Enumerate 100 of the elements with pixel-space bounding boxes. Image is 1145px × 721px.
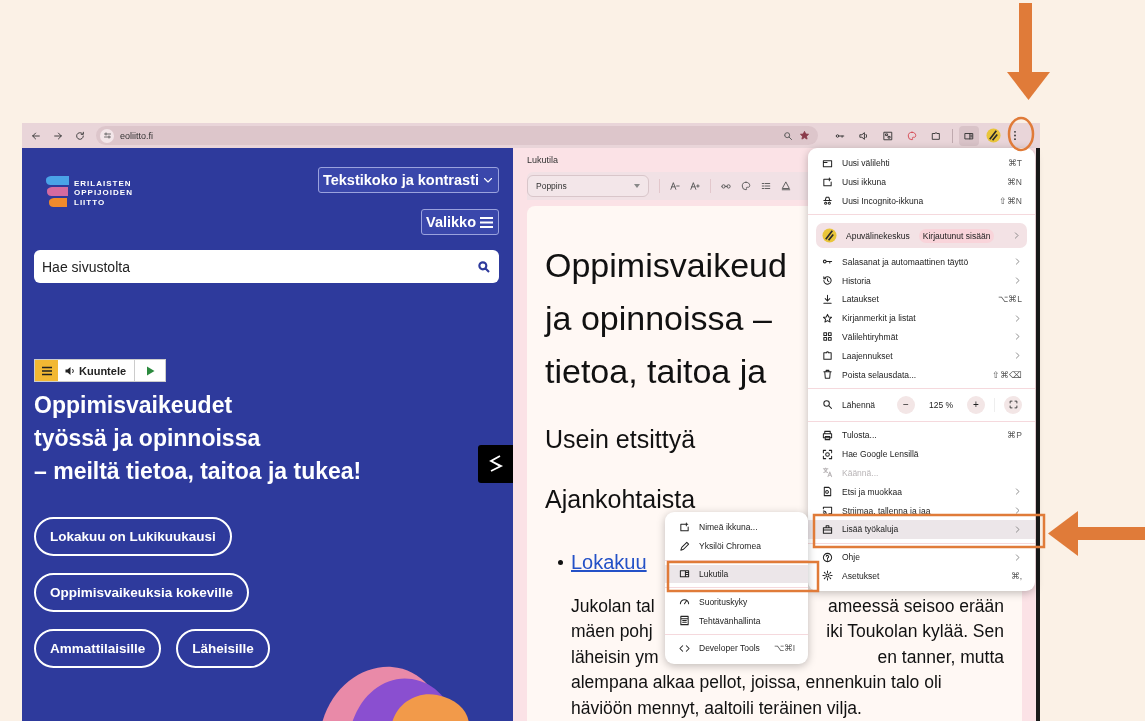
menu-item[interactable]: Välilehtiryhmät: [808, 327, 1035, 347]
avatar-icon: [985, 128, 1001, 143]
speaker-icon: [859, 130, 869, 141]
address-bar[interactable]: eoliitto.fi: [96, 126, 818, 145]
fullscreen-icon: [1008, 400, 1018, 410]
menu-item[interactable]: Uusi Incognito-ikkuna ⇧⌘N: [808, 191, 1035, 211]
link-button[interactable]: Ammattilaisille: [34, 629, 162, 668]
highlight-ring: [1007, 116, 1035, 152]
paragraph-text: alempana alkaa pellot, joissa, ennenkuin talo oli: [571, 671, 942, 694]
window-icon: [679, 521, 690, 533]
reading-mode-icon: [964, 130, 974, 141]
menu-item[interactable]: Laajennukset: [808, 346, 1035, 366]
speaker-icon: [64, 364, 76, 377]
menu-button[interactable]: Valikko: [421, 209, 499, 235]
zoom-value: 125 %: [927, 399, 955, 410]
status-badge: Kirjautunut sisään: [918, 228, 995, 243]
more-icon: [1013, 130, 1017, 141]
menu-item[interactable]: Ohje: [808, 547, 1035, 567]
decrease-font-icon: [670, 180, 680, 191]
article-link[interactable]: Lokakuu: [571, 550, 647, 574]
panel-title: Lukutila: [527, 153, 559, 167]
puzzle-icon: [822, 350, 833, 362]
reading-mode-icon: [679, 568, 690, 580]
paragraph-text: mäen pohj: [571, 620, 653, 643]
decrease-font-button[interactable]: [670, 180, 680, 191]
paragraph-text: ameessä seisoo erään: [827, 594, 1004, 618]
zoom-out-button[interactable]: −: [897, 395, 915, 414]
increase-font-button[interactable]: [690, 180, 700, 191]
color-button[interactable]: [741, 180, 751, 191]
star-icon: [822, 312, 833, 324]
search-icon: [822, 399, 833, 411]
text-size-button[interactable]: Tekstikoko ja kontrasti: [317, 167, 499, 193]
menu-item[interactable]: Salasanat ja automaattinen täyttö: [808, 252, 1035, 272]
task-manager-icon: [679, 615, 690, 627]
menu-item[interactable]: Lisää työkaluja: [808, 519, 1035, 539]
search-field[interactable]: Hae sivustolta: [34, 250, 499, 283]
qr-icon: [883, 130, 893, 141]
article-heading: Oppimisvaikeud ja opinnoissa – tietoa, taitoa ja: [545, 244, 787, 392]
paragraph-text: Jukolan tal: [571, 594, 655, 618]
bullet-icon: [558, 559, 563, 565]
paragraph-text: häviöön mennyt, aaltoili teräinen vilja.: [571, 696, 862, 720]
list-icon: [761, 180, 771, 191]
list-button[interactable]: [761, 180, 771, 191]
avatar-icon: [822, 228, 837, 244]
menu-icon: [479, 215, 494, 229]
link-button[interactable]: Oppimisvaikeuksia kokeville: [34, 573, 250, 612]
menu-button[interactable]: [35, 360, 58, 381]
palette-icon: [741, 180, 751, 191]
paragraph-text: en tanner, mutta: [877, 645, 1004, 669]
menu-item[interactable]: Asetukset ⌘,: [808, 566, 1035, 586]
link-button[interactable]: Läheisille: [176, 629, 270, 668]
grid-icon: [822, 331, 833, 343]
code-icon: [679, 642, 690, 654]
printer-icon: [822, 429, 833, 441]
puzzle-icon: [931, 130, 941, 141]
chevron-icon: [1013, 552, 1022, 562]
paragraph-text: läheisin ym: [571, 645, 659, 669]
palette-icon: [907, 130, 917, 141]
settings-icon: [822, 570, 833, 582]
menu-item[interactable]: Lataukset ⌥⌘L: [808, 290, 1035, 309]
menu-item[interactable]: Apuvälinekeskus Kirjautunut sisään: [816, 223, 1027, 249]
page-headline: Oppimisvaikeudet työssä ja opinnoissa – meiltä tietoa, taitoa ja tukea!: [34, 391, 362, 486]
menu-item[interactable]: Nimeä ikkuna...: [665, 518, 808, 537]
menu-item[interactable]: Hae Google Lensillä: [808, 444, 1035, 464]
menu-item[interactable]: Etsi ja muokkaa: [808, 482, 1035, 502]
history-icon: [822, 275, 833, 287]
menu-item[interactable]: Tehtävänhallinta: [665, 611, 808, 630]
menu-item[interactable]: Uusi välilehti ⌘T: [808, 154, 1035, 173]
pen-icon: [679, 540, 690, 552]
menu-item[interactable]: Tulosta... ⌘P: [808, 425, 1035, 445]
lens-icon: [822, 448, 833, 460]
section-heading: Ajankohtaista: [545, 483, 696, 515]
toolbox-icon: [822, 523, 833, 535]
profile-button[interactable]: [983, 125, 1003, 146]
help-icon: [822, 551, 833, 563]
menu-item[interactable]: Historia: [808, 271, 1035, 290]
zoom-in-button[interactable]: +: [967, 395, 985, 414]
chevron-icon: [1012, 231, 1021, 241]
menu-icon: [40, 365, 53, 376]
bookmark-star-icon[interactable]: [799, 130, 810, 141]
voice-button[interactable]: [781, 180, 791, 191]
url-text: eoliitto.fi: [120, 130, 154, 141]
font-dropdown[interactable]: Poppins: [527, 174, 649, 197]
triangle-icon: [781, 180, 791, 191]
zoom-label: Lähennä: [842, 399, 877, 410]
reading-mode-button[interactable]: [959, 125, 979, 146]
menu-item[interactable]: Lukutila: [665, 564, 808, 584]
menu-item[interactable]: Kirjanmerkit ja listat: [808, 308, 1035, 328]
menu-item[interactable]: Poista selausdata... ⇧⌘⌫: [808, 365, 1035, 384]
menu-item[interactable]: Yksilöi Chromea: [665, 536, 808, 556]
search-icon: [783, 130, 793, 141]
menu-item[interactable]: Suorituskyky: [665, 592, 808, 612]
window-icon: [822, 176, 833, 188]
widget-button[interactable]: [478, 445, 513, 483]
menu-item[interactable]: Uusi ikkuna ⌘N: [808, 172, 1035, 192]
search-icon: [477, 260, 491, 274]
play-icon: [145, 365, 155, 376]
menu-item[interactable]: Developer Tools ⌥⌘I: [665, 639, 808, 658]
fullscreen-button[interactable]: [1004, 395, 1022, 414]
link-button[interactable]: Lokakuu on Lukikuukausi: [34, 517, 232, 556]
